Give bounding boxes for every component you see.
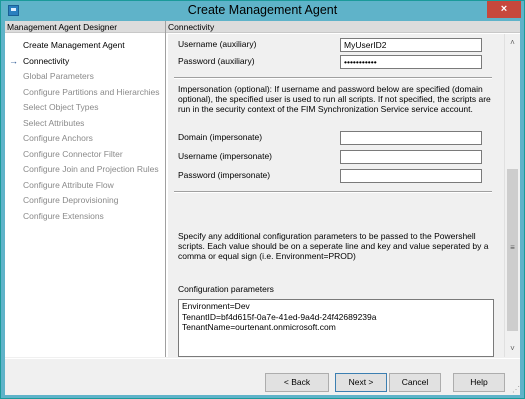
designer-nav-pane: Management Agent Designer Create Managem… <box>5 21 166 357</box>
nav-item-label: Configure Attribute Flow <box>23 179 114 190</box>
connectivity-form: Username (auxiliary) MyUserID2 Password … <box>168 34 504 357</box>
nav-item-configure-extensions: Configure Extensions <box>5 209 165 225</box>
config-parameters-label: Configuration parameters <box>178 284 274 294</box>
nav-item-select-object-types: Select Object Types <box>5 100 165 116</box>
back-button[interactable]: < Back <box>265 373 329 392</box>
config-parameters-textarea[interactable]: Environment=Dev TenantID=bf4d615f-0a7e-4… <box>178 299 494 357</box>
nav-item-configure-join-projection: Configure Join and Projection Rules <box>5 162 165 178</box>
config-description: Specify any additional configuration par… <box>178 231 489 261</box>
current-step-arrow-icon: → <box>9 55 18 66</box>
nav-item-configure-attribute-flow: Configure Attribute Flow <box>5 178 165 194</box>
nav-item-label: Configure Join and Projection Rules <box>23 164 159 174</box>
nav-item-label: Configure Deprovisioning <box>23 195 119 205</box>
nav-item-label: Configure Connector Filter <box>23 148 123 159</box>
password-impersonate-label: Password (impersonate) <box>178 170 271 180</box>
nav-item-configure-anchors: Configure Anchors <box>5 131 165 147</box>
scrollbar-thumb[interactable]: ≡ <box>507 169 518 331</box>
vertical-scrollbar[interactable]: ˄ ≡ ˅ <box>504 34 520 357</box>
password-aux-label: Password (auxiliary) <box>178 56 255 66</box>
nav-item-label: Global Parameters <box>23 71 94 81</box>
title-bar[interactable]: Create Management Agent × <box>1 1 524 21</box>
next-button[interactable]: Next > <box>335 373 387 392</box>
username-aux-label: Username (auxiliary) <box>178 39 257 49</box>
scroll-grip-icon: ≡ <box>510 243 515 252</box>
nav-item-create-management-agent[interactable]: Create Management Agent <box>5 38 165 54</box>
nav-item-label: Select Attributes <box>23 117 85 128</box>
domain-impersonate-label: Domain (impersonate) <box>178 132 263 142</box>
dialog-client: Management Agent Designer Create Managem… <box>5 21 520 395</box>
nav-item-label: Create Management Agent <box>23 40 125 50</box>
scroll-down-icon[interactable]: ˅ <box>505 341 520 356</box>
resize-grip-icon[interactable]: ⋰ <box>510 385 520 395</box>
help-button[interactable]: Help <box>453 373 505 392</box>
connectivity-pane-header: Connectivity <box>166 21 520 33</box>
nav-item-label: Configure Anchors <box>23 133 93 143</box>
nav-item-select-attributes: Select Attributes <box>5 116 165 132</box>
nav-item-configure-connector-filter: Configure Connector Filter <box>5 147 165 163</box>
nav-item-configure-partitions: Configure Partitions and Hierarchies <box>5 85 165 101</box>
domain-impersonate-input[interactable] <box>340 131 482 145</box>
nav-item-label: Select Object Types <box>23 102 99 112</box>
window-title: Create Management Agent <box>187 3 338 17</box>
nav-item-connectivity[interactable]: → Connectivity <box>5 54 165 70</box>
close-button[interactable]: × <box>487 1 521 18</box>
scroll-up-icon[interactable]: ˄ <box>505 35 520 50</box>
nav-list: Create Management Agent → Connectivity Gl… <box>5 38 165 224</box>
nav-pane-header: Management Agent Designer <box>5 21 165 33</box>
password-aux-input[interactable]: ••••••••••• <box>340 55 482 69</box>
dialog-window: Create Management Agent × Management Age… <box>0 0 525 399</box>
impersonation-description: Impersonation (optional): If username an… <box>178 84 491 114</box>
username-impersonate-input[interactable] <box>340 150 482 164</box>
button-bar: < Back Next > Cancel Help ⋰ <box>5 358 520 395</box>
nav-item-label: Configure Extensions <box>23 210 104 221</box>
username-aux-input[interactable]: MyUserID2 <box>340 38 482 52</box>
nav-item-global-parameters: Global Parameters <box>5 69 165 85</box>
nav-item-label: Configure Partitions and Hierarchies <box>23 86 160 97</box>
cancel-button[interactable]: Cancel <box>389 373 441 392</box>
section-divider <box>174 77 492 79</box>
connectivity-pane: Connectivity Username (auxiliary) MyUser… <box>166 21 520 357</box>
section-divider <box>174 191 492 193</box>
nav-item-label: Connectivity <box>23 55 70 66</box>
password-impersonate-input[interactable] <box>340 169 482 183</box>
nav-item-configure-deprovisioning: Configure Deprovisioning <box>5 193 165 209</box>
username-impersonate-label: Username (impersonate) <box>178 151 273 161</box>
